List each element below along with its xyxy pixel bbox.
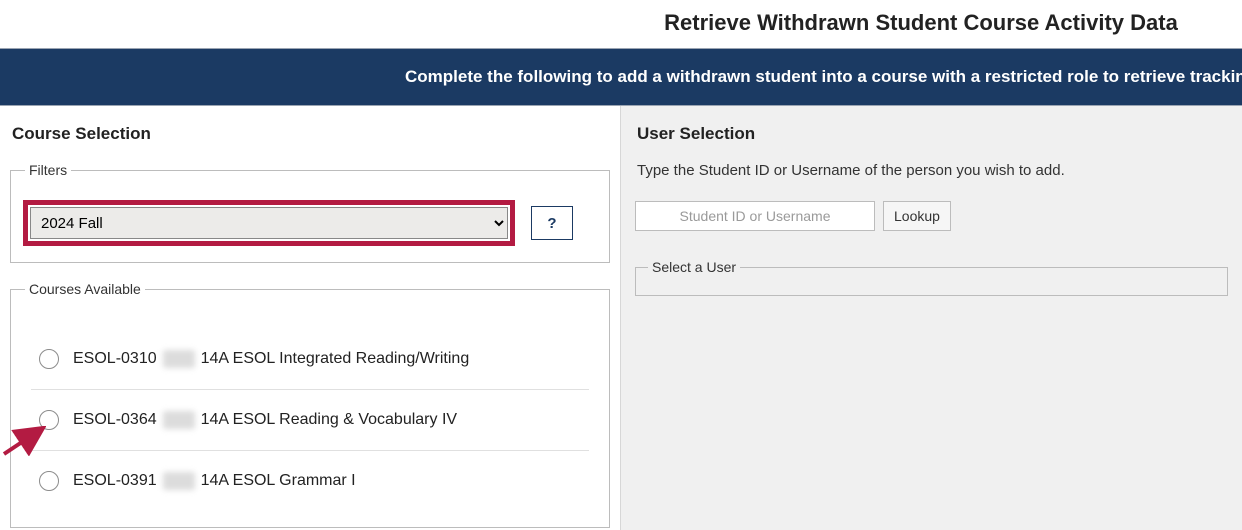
course-selection-panel: Course Selection Filters 2024 Fall ? Cou… [0,106,620,530]
student-id-input[interactable] [635,201,875,231]
redacted-section [163,411,195,429]
course-code: ESOL-0310 [73,350,157,368]
course-code: ESOL-0364 [73,411,157,429]
course-radio[interactable] [39,471,59,491]
user-selection-instruction: Type the Student ID or Username of the p… [637,162,1228,179]
term-select[interactable]: 2024 Fall [30,207,508,239]
course-title: 14A ESOL Reading & Vocabulary IV [201,411,457,429]
course-info: ESOL-0364 14A ESOL Reading & Vocabulary … [73,411,457,429]
main-columns: Course Selection Filters 2024 Fall ? Cou… [0,106,1242,530]
user-selection-panel: User Selection Type the Student ID or Us… [620,106,1242,530]
select-user-fieldset: Select a User [635,259,1228,296]
course-row[interactable]: ESOL-0364 14A ESOL Reading & Vocabulary … [31,390,589,451]
help-button[interactable]: ? [531,206,573,240]
filters-legend: Filters [25,162,71,178]
instruction-banner: Complete the following to add a withdraw… [0,48,1242,106]
filters-fieldset: Filters 2024 Fall ? [10,162,610,263]
course-info: ESOL-0310 14A ESOL Integrated Reading/Wr… [73,350,469,368]
select-user-legend: Select a User [648,259,740,275]
course-row[interactable]: ESOL-0391 14A ESOL Grammar I [31,451,589,511]
course-radio[interactable] [39,410,59,430]
user-selection-heading: User Selection [637,124,1228,144]
course-code: ESOL-0391 [73,472,157,490]
redacted-section [163,472,195,490]
term-select-highlight: 2024 Fall [23,200,515,246]
question-icon: ? [547,215,556,232]
lookup-button[interactable]: Lookup [883,201,951,231]
course-radio[interactable] [39,349,59,369]
course-title: 14A ESOL Integrated Reading/Writing [201,350,470,368]
course-list: ESOL-0310 14A ESOL Integrated Reading/Wr… [23,329,597,511]
page-title: Retrieve Withdrawn Student Course Activi… [600,0,1242,48]
course-info: ESOL-0391 14A ESOL Grammar I [73,472,356,490]
course-row[interactable]: ESOL-0310 14A ESOL Integrated Reading/Wr… [31,329,589,390]
courses-available-fieldset: Courses Available ESOL-0310 14A ESOL Int… [10,281,610,528]
course-selection-heading: Course Selection [12,124,610,144]
lookup-row: Lookup [635,201,1228,231]
courses-available-legend: Courses Available [25,281,145,297]
course-title: 14A ESOL Grammar I [201,472,356,490]
redacted-section [163,350,195,368]
filters-row: 2024 Fall ? [23,200,597,246]
